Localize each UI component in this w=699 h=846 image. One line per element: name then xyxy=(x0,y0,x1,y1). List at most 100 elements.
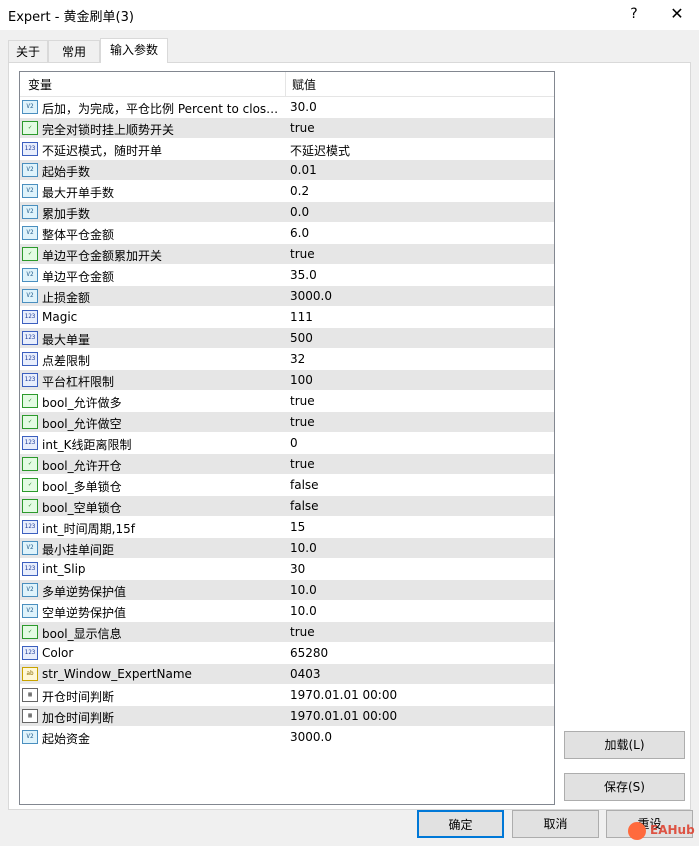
parameter-value[interactable]: 500 xyxy=(290,331,313,345)
parameter-name: 空单逆势保护值 xyxy=(42,606,127,620)
table-row[interactable]: ✓ 单边平仓金额累加开关 true xyxy=(20,244,554,265)
table-row[interactable]: V2 后加，为完成，平仓比例 Percent to close... 30.0 xyxy=(20,97,554,118)
parameter-value[interactable]: 6.0 xyxy=(290,226,309,240)
table-row[interactable]: 123 点差限制 32 xyxy=(20,349,554,370)
table-row[interactable]: V2 多单逆势保护值 10.0 xyxy=(20,580,554,601)
bool-icon: ✓ xyxy=(22,499,38,513)
table-row[interactable]: ✓ bool_允许做空 true xyxy=(20,412,554,433)
parameter-name: 不延迟模式，随时开单 xyxy=(42,144,163,158)
column-header-value[interactable]: 赋值 xyxy=(292,76,316,93)
parameter-value[interactable]: 30.0 xyxy=(290,100,317,114)
parameter-value[interactable]: 1970.01.01 00:00 xyxy=(290,688,397,702)
load-button[interactable]: 加载(L) xyxy=(564,731,685,759)
watermark-logo-icon xyxy=(628,822,646,840)
parameter-value[interactable]: 0.2 xyxy=(290,184,309,198)
parameter-name: 单边平仓金额 xyxy=(42,270,115,284)
parameter-name: 止损金额 xyxy=(42,291,91,305)
table-row[interactable]: V2 最小挂单间距 10.0 xyxy=(20,538,554,559)
int-icon: 123 xyxy=(22,562,38,576)
parameter-value[interactable]: true xyxy=(290,625,315,639)
save-button[interactable]: 保存(S) xyxy=(564,773,685,801)
parameter-value[interactable]: 0403 xyxy=(290,667,321,681)
parameter-value[interactable]: 30 xyxy=(290,562,305,576)
column-header-variable[interactable]: 变量 xyxy=(28,76,52,93)
bool-icon: ✓ xyxy=(22,478,38,492)
parameter-value[interactable]: true xyxy=(290,415,315,429)
parameter-value[interactable]: 0.01 xyxy=(290,163,317,177)
table-row[interactable]: V2 止损金额 3000.0 xyxy=(20,286,554,307)
datetime-icon: ▦ xyxy=(22,688,38,702)
help-button[interactable]: ? xyxy=(622,4,646,24)
int-icon: 123 xyxy=(22,310,38,324)
table-body: V2 后加，为完成，平仓比例 Percent to close... 30.0 ✓ 完全… xyxy=(20,97,554,748)
parameter-name: 点差限制 xyxy=(42,354,91,368)
parameter-value[interactable]: 3000.0 xyxy=(290,289,332,303)
parameter-value[interactable]: 0.0 xyxy=(290,205,309,219)
bool-icon: ✓ xyxy=(22,625,38,639)
double-icon: V2 xyxy=(22,289,38,303)
bool-icon: ✓ xyxy=(22,415,38,429)
parameter-name: bool_允许做多 xyxy=(42,396,122,410)
parameter-value[interactable]: 0 xyxy=(290,436,298,450)
table-row[interactable]: 123 Magic 111 xyxy=(20,307,554,328)
table-row[interactable]: 123 int_K线距离限制 0 xyxy=(20,433,554,454)
double-icon: V2 xyxy=(22,205,38,219)
close-button[interactable]: ✕ xyxy=(662,4,692,24)
parameter-value[interactable]: 65280 xyxy=(290,646,328,660)
double-icon: V2 xyxy=(22,184,38,198)
parameter-value[interactable]: 1970.01.01 00:00 xyxy=(290,709,397,723)
table-row[interactable]: V2 整体平仓金额 6.0 xyxy=(20,223,554,244)
parameter-value[interactable]: 3000.0 xyxy=(290,730,332,744)
parameter-value[interactable]: 100 xyxy=(290,373,313,387)
parameter-value[interactable]: false xyxy=(290,499,319,513)
parameter-value[interactable]: 32 xyxy=(290,352,305,366)
parameter-value[interactable]: 111 xyxy=(290,310,313,324)
tab-input-parameters[interactable]: 输入参数 xyxy=(100,38,168,63)
table-row[interactable]: ✓ 完全对锁时挂上顺势开关 true xyxy=(20,118,554,139)
parameter-value[interactable]: false xyxy=(290,478,319,492)
parameter-name: bool_允许做空 xyxy=(42,417,122,431)
table-row[interactable]: ✓ bool_显示信息 true xyxy=(20,622,554,643)
table-row[interactable]: ▦ 加仓时间判断 1970.01.01 00:00 xyxy=(20,706,554,727)
int-icon: 123 xyxy=(22,331,38,345)
table-row[interactable]: 123 Color 65280 xyxy=(20,643,554,664)
table-row[interactable]: ab str_Window_ExpertName 0403 xyxy=(20,664,554,685)
parameter-value[interactable]: true xyxy=(290,121,315,135)
parameter-value[interactable]: 10.0 xyxy=(290,604,317,618)
parameter-value[interactable]: 35.0 xyxy=(290,268,317,282)
table-row[interactable]: V2 起始手数 0.01 xyxy=(20,160,554,181)
table-row[interactable]: ✓ bool_空单锁仓 false xyxy=(20,496,554,517)
table-row[interactable]: ✓ bool_允许做多 true xyxy=(20,391,554,412)
table-row[interactable]: ✓ bool_多单锁仓 false xyxy=(20,475,554,496)
cancel-button[interactable]: 取消 xyxy=(512,810,599,838)
parameter-name: 单边平仓金额累加开关 xyxy=(42,249,163,263)
table-row[interactable]: 123 最大单量 500 xyxy=(20,328,554,349)
parameter-value[interactable]: true xyxy=(290,457,315,471)
table-row[interactable]: 123 不延迟模式，随时开单 不延迟模式 xyxy=(20,139,554,160)
bool-icon: ✓ xyxy=(22,394,38,408)
table-row[interactable]: 123 平台杠杆限制 100 xyxy=(20,370,554,391)
parameter-value[interactable]: 10.0 xyxy=(290,583,317,597)
tab-common[interactable]: 常用 xyxy=(48,40,100,62)
parameter-name: 多单逆势保护值 xyxy=(42,585,127,599)
table-row[interactable]: 123 int_Slip 30 xyxy=(20,559,554,580)
int-icon: 123 xyxy=(22,352,38,366)
parameter-value[interactable]: 不延迟模式 xyxy=(290,142,350,159)
table-row[interactable]: 123 int_时间周期,15f 15 xyxy=(20,517,554,538)
parameter-value[interactable]: 15 xyxy=(290,520,305,534)
tab-about[interactable]: 关于 xyxy=(8,40,48,62)
table-row[interactable]: ▦ 开仓时间判断 1970.01.01 00:00 xyxy=(20,685,554,706)
table-row[interactable]: ✓ bool_允许开仓 true xyxy=(20,454,554,475)
table-row[interactable]: V2 最大开单手数 0.2 xyxy=(20,181,554,202)
table-row[interactable]: V2 空单逆势保护值 10.0 xyxy=(20,601,554,622)
parameter-name: int_时间周期,15f xyxy=(42,522,135,536)
parameter-value[interactable]: true xyxy=(290,247,315,261)
table-row[interactable]: V2 累加手数 0.0 xyxy=(20,202,554,223)
ok-button[interactable]: 确定 xyxy=(417,810,504,838)
parameter-value[interactable]: true xyxy=(290,394,315,408)
table-row[interactable]: V2 单边平仓金额 35.0 xyxy=(20,265,554,286)
column-divider[interactable] xyxy=(285,72,286,96)
parameter-value[interactable]: 10.0 xyxy=(290,541,317,555)
parameters-table: 变量 赋值 V2 后加，为完成，平仓比例 Percent to close... 3… xyxy=(19,71,555,805)
table-row[interactable]: V2 起始资金 3000.0 xyxy=(20,727,554,748)
